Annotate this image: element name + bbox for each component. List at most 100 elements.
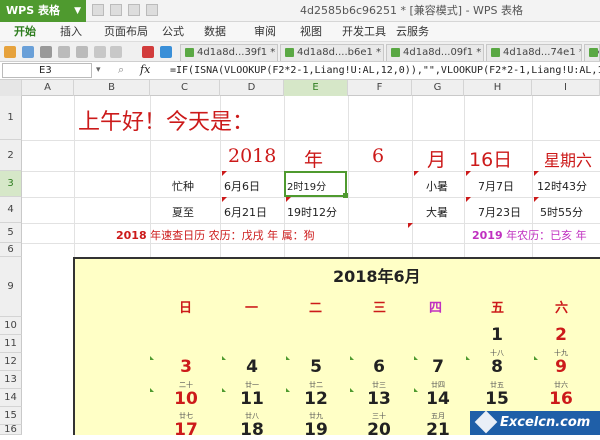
quick-access-toolbar bbox=[92, 3, 164, 19]
calendar-day[interactable]: 16 bbox=[541, 389, 581, 409]
row-header-3[interactable]: 3 bbox=[0, 171, 22, 197]
calendar-day[interactable]: 15 bbox=[477, 389, 517, 409]
cell-marker bbox=[286, 356, 290, 360]
name-box[interactable]: E3 bbox=[2, 63, 92, 78]
row-header-12[interactable]: 12 bbox=[0, 353, 22, 371]
solar-term-1-date: 6月6日 bbox=[224, 180, 260, 193]
calendar-day[interactable]: 12 bbox=[296, 389, 336, 409]
preview-icon[interactable] bbox=[58, 46, 70, 58]
doc-tab-4[interactable]: 4d1a8d...74e1 * bbox=[486, 44, 582, 61]
column-header-f[interactable]: F bbox=[348, 80, 412, 96]
menu-view[interactable]: 视图 bbox=[300, 22, 322, 42]
row-header-10[interactable]: 10 bbox=[0, 317, 22, 335]
doc-tab-3[interactable]: 4d1a8d...09f1 * bbox=[386, 44, 484, 61]
row-header-6[interactable]: 6 bbox=[0, 243, 22, 257]
calendar-day[interactable]: 17 bbox=[166, 420, 206, 440]
solar-term-2-date: 7月7日 bbox=[478, 180, 514, 193]
menu-developer[interactable]: 开发工具 bbox=[342, 22, 386, 42]
zoom-icon[interactable]: ⌕ bbox=[118, 63, 124, 77]
undo-icon[interactable] bbox=[94, 46, 106, 58]
weekday-tue: 二 bbox=[309, 301, 323, 316]
row-header-16[interactable]: 16 bbox=[0, 425, 22, 435]
column-header-g[interactable]: G bbox=[412, 80, 464, 96]
column-header-h[interactable]: H bbox=[464, 80, 532, 96]
comment-marker bbox=[408, 223, 413, 228]
column-header-i[interactable]: I bbox=[532, 80, 600, 96]
site-watermark: Excelcn.com bbox=[470, 411, 600, 435]
row-header-9[interactable]: 9 bbox=[0, 257, 22, 317]
row-header-4[interactable]: 4 bbox=[0, 197, 22, 223]
row-header-11[interactable]: 11 bbox=[0, 335, 22, 353]
menu-review[interactable]: 审阅 bbox=[254, 22, 276, 42]
print-icon[interactable] bbox=[110, 4, 122, 16]
doc-tab-1[interactable]: 4d1a8d...39f1 * bbox=[180, 44, 278, 61]
comment-marker bbox=[534, 197, 539, 202]
row-header-5[interactable]: 5 bbox=[0, 223, 22, 243]
calendar-day[interactable]: 5 bbox=[296, 357, 336, 377]
calendar-day[interactable]: 20 bbox=[359, 420, 399, 440]
column-header-b[interactable]: B bbox=[74, 80, 150, 96]
menu-formulas[interactable]: 公式 bbox=[162, 22, 184, 42]
doc-tab-5[interactable]: 4d1a8d... bbox=[584, 44, 600, 61]
wps-icon[interactable] bbox=[142, 46, 154, 58]
calendar-day[interactable]: 11 bbox=[232, 389, 272, 409]
column-header-e[interactable]: E bbox=[284, 80, 348, 96]
calendar-day[interactable]: 7 bbox=[418, 357, 458, 377]
row-header-14[interactable]: 14 bbox=[0, 389, 22, 407]
calendar-day[interactable]: 3 bbox=[166, 357, 206, 377]
save-icon[interactable] bbox=[92, 4, 104, 16]
weekday-sun: 日 bbox=[179, 301, 193, 316]
cell-marker bbox=[222, 388, 226, 392]
weekday-mon: 一 bbox=[245, 301, 259, 316]
doc-tab-2[interactable]: 4d1a8d....b6e1 * bbox=[280, 44, 384, 61]
day-value: 16日 bbox=[469, 149, 513, 171]
menu-cloud[interactable]: 云服务 bbox=[396, 22, 429, 42]
formula-input[interactable]: =IF(ISNA(VLOOKUP(F2*2-1,Liang!U:AL,12,0)… bbox=[170, 63, 600, 78]
column-header-d[interactable]: D bbox=[220, 80, 284, 96]
calendar-day[interactable]: 18 bbox=[232, 420, 272, 440]
format-painter-icon[interactable] bbox=[76, 46, 88, 58]
calendar-day[interactable]: 4 bbox=[232, 357, 272, 377]
calendar-day[interactable]: 13 bbox=[359, 389, 399, 409]
column-header-c[interactable]: C bbox=[150, 80, 220, 96]
row-header-2[interactable]: 2 bbox=[0, 140, 22, 171]
selected-cell-e3[interactable] bbox=[284, 171, 347, 197]
weekday-thu: 四 bbox=[429, 301, 443, 316]
open-icon[interactable] bbox=[4, 46, 16, 58]
redo-icon[interactable] bbox=[146, 4, 158, 16]
solar-term-2: 小暑 bbox=[426, 180, 448, 193]
solar-term-3: 夏至 bbox=[172, 206, 194, 219]
menu-page-layout[interactable]: 页面布局 bbox=[104, 22, 148, 42]
row-header-1[interactable]: 1 bbox=[0, 96, 22, 140]
calendar-day[interactable]: 1 bbox=[477, 325, 517, 345]
solar-term-3-time: 19时12分 bbox=[287, 206, 337, 219]
calendar-day[interactable]: 6 bbox=[359, 357, 399, 377]
menu-insert[interactable]: 插入 bbox=[60, 22, 82, 42]
print-icon[interactable] bbox=[40, 46, 52, 58]
app-menu-button[interactable]: WPS 表格 ▼ bbox=[0, 0, 86, 22]
row-header-15[interactable]: 15 bbox=[0, 407, 22, 425]
calendar-day[interactable]: 14 bbox=[418, 389, 458, 409]
menu-home[interactable]: 开始 bbox=[14, 22, 36, 42]
undo-icon[interactable] bbox=[128, 4, 140, 16]
chevron-down-icon[interactable]: ▾ bbox=[96, 65, 101, 75]
save-icon[interactable] bbox=[22, 46, 34, 58]
row-header-13[interactable]: 13 bbox=[0, 371, 22, 389]
cell-marker bbox=[350, 388, 354, 392]
solar-term-3-date: 6月21日 bbox=[224, 206, 267, 219]
redo-icon[interactable] bbox=[110, 46, 122, 58]
select-all-corner[interactable] bbox=[0, 80, 22, 96]
fill-handle[interactable] bbox=[343, 193, 348, 198]
fx-icon[interactable]: fx bbox=[140, 63, 150, 76]
calendar-day[interactable]: 8 bbox=[477, 357, 517, 377]
formula-bar: E3 ▾ ⌕ fx =IF(ISNA(VLOOKUP(F2*2-1,Liang!… bbox=[0, 62, 600, 80]
calendar-day[interactable]: 19 bbox=[296, 420, 336, 440]
column-header-a[interactable]: A bbox=[22, 80, 74, 96]
calendar-day[interactable]: 10 bbox=[166, 389, 206, 409]
calendar-day[interactable]: 2 bbox=[541, 325, 581, 345]
menu-data[interactable]: 数据 bbox=[204, 22, 226, 42]
cube-icon[interactable] bbox=[160, 46, 172, 58]
calendar-day[interactable]: 21 bbox=[418, 420, 458, 440]
comment-marker bbox=[222, 197, 227, 202]
calendar-day[interactable]: 9 bbox=[541, 357, 581, 377]
